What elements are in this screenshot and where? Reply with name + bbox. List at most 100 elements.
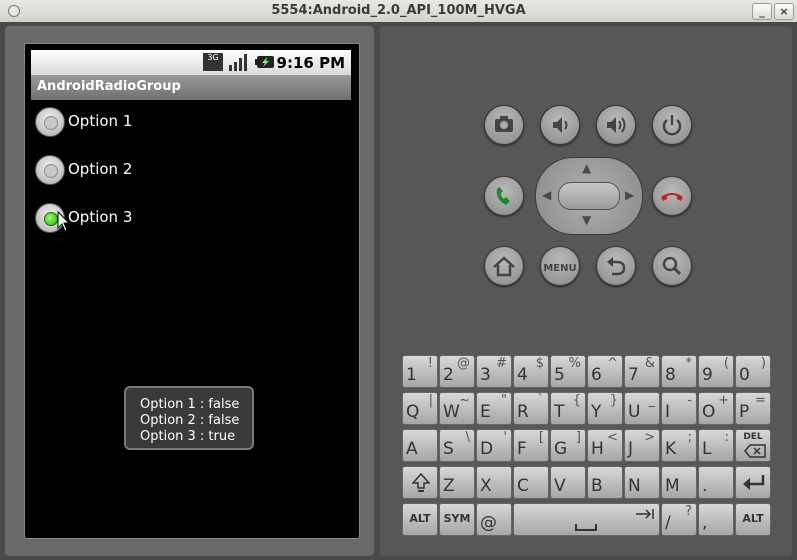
back-button[interactable] [596, 246, 636, 286]
search-icon [662, 256, 682, 276]
backspace-icon [744, 444, 766, 458]
key-r[interactable]: R ` [513, 392, 549, 425]
key-k[interactable]: K; [661, 429, 697, 462]
end-call-button[interactable] [652, 176, 692, 216]
key-l[interactable]: L: [698, 429, 734, 462]
power-button[interactable] [652, 105, 692, 145]
key-shift[interactable] [402, 466, 438, 499]
key-w[interactable]: W ~ [439, 392, 475, 425]
radio-label: Option 3 [68, 208, 133, 226]
device-screen[interactable]: 3G 9:16 PM AndroidRadioGroup Option 1 Op… [31, 50, 351, 530]
key-x[interactable]: X [476, 466, 512, 499]
camera-button[interactable] [484, 105, 524, 145]
key-z[interactable]: Z [439, 466, 475, 499]
phone-hangup-icon [661, 193, 683, 201]
key-u[interactable]: U _ [624, 392, 660, 425]
key-m[interactable]: M [661, 466, 697, 499]
power-icon [662, 115, 682, 136]
key-0[interactable]: 0) [735, 355, 771, 388]
volume-up-button[interactable] [596, 105, 636, 145]
dpad-right-icon[interactable]: ▶ [625, 188, 634, 202]
hardware-keyboard: 1! 2 @ 3 # 4 $ 5% 6 ^ 7 & 8 * 9( 0) Q | W ~ E " R… [402, 355, 774, 536]
key-y[interactable]: Y} [587, 392, 623, 425]
volume-down-icon [553, 117, 568, 133]
key-7[interactable]: 7 & [624, 355, 660, 388]
key-at[interactable]: @ [476, 503, 512, 536]
camera-icon [495, 116, 513, 132]
key-n[interactable]: N [624, 466, 660, 499]
key-d[interactable]: D ' [476, 429, 512, 462]
space-icon [575, 524, 597, 531]
key-a[interactable]: A [402, 429, 438, 462]
toast-line-3: Option 3 : true [140, 429, 236, 444]
home-icon [493, 256, 515, 277]
key-f[interactable]: F[ [513, 429, 549, 462]
dpad-up-icon[interactable]: ▲ [582, 161, 591, 175]
key-2[interactable]: 2 @ [439, 355, 475, 388]
key-comma[interactable]: , [698, 503, 734, 536]
key-4[interactable]: 4 $ [513, 355, 549, 388]
menu-button[interactable]: MENU [540, 246, 580, 286]
key-space[interactable] [513, 503, 660, 536]
radio-option-2[interactable]: Option 2 [35, 153, 235, 187]
mouse-pointer-icon [57, 211, 71, 232]
key-v[interactable]: V [550, 466, 586, 499]
key-alt-right[interactable]: ALT [735, 503, 771, 536]
network-3g-icon: 3G [203, 53, 223, 71]
status-bar: 3G 9:16 PM [31, 50, 351, 75]
tab-icon [636, 509, 654, 519]
dpad[interactable]: ▲ ▼ ◀ ▶ [535, 157, 643, 235]
key-slash[interactable]: /? [661, 503, 697, 536]
key-sym[interactable]: SYM [439, 503, 475, 536]
call-button[interactable] [484, 176, 524, 216]
key-g[interactable]: G] [550, 429, 586, 462]
key-enter[interactable] [735, 466, 771, 499]
window-titlebar: 5554:Android_2.0_API_100M_HVGA _ × [0, 0, 797, 23]
key-q[interactable]: Q | [402, 392, 438, 425]
key-p[interactable]: P = [735, 392, 771, 425]
key-1[interactable]: 1! [402, 355, 438, 388]
key-s[interactable]: S \ [439, 429, 475, 462]
shift-icon [412, 473, 430, 492]
dpad-center-button[interactable] [558, 182, 620, 210]
key-period[interactable]: . [698, 466, 734, 499]
radio-option-1[interactable]: Option 1 [35, 105, 235, 139]
key-del[interactable]: DEL [735, 429, 771, 462]
toast-line-1: Option 1 : false [140, 397, 240, 412]
key-j[interactable]: J > [624, 429, 660, 462]
key-c[interactable]: C [513, 466, 549, 499]
key-i[interactable]: I- [661, 392, 697, 425]
key-b[interactable]: B [587, 466, 623, 499]
radio-label: Option 1 [68, 112, 133, 130]
app-title: AndroidRadioGroup [37, 79, 181, 94]
home-button[interactable] [484, 246, 524, 286]
dpad-left-icon[interactable]: ◀ [542, 188, 551, 202]
key-9[interactable]: 9( [698, 355, 734, 388]
key-5[interactable]: 5% [550, 355, 586, 388]
dpad-down-icon[interactable]: ▼ [582, 213, 591, 227]
menu-label: MENU [543, 263, 577, 274]
key-8[interactable]: 8 * [661, 355, 697, 388]
toast-line-2: Option 2 : false [140, 413, 240, 428]
search-button[interactable] [652, 246, 692, 286]
key-t[interactable]: T{ [550, 392, 586, 425]
radio-button-icon[interactable] [35, 107, 65, 137]
key-6[interactable]: 6 ^ [587, 355, 623, 388]
app-title-bar: AndroidRadioGroup [31, 75, 351, 100]
key-e[interactable]: E " [476, 392, 512, 425]
window-title: 5554:Android_2.0_API_100M_HVGA [271, 3, 526, 18]
battery-charging-icon [255, 54, 277, 70]
key-h[interactable]: H < [587, 429, 623, 462]
radio-option-3[interactable]: Option 3 [35, 201, 235, 235]
radio-button-icon[interactable] [35, 155, 65, 185]
volume-down-button[interactable] [540, 105, 580, 145]
minimize-button[interactable]: _ [752, 3, 772, 20]
radio-label: Option 2 [68, 160, 133, 178]
key-alt-left[interactable]: ALT [402, 503, 438, 536]
key-o[interactable]: O + [698, 392, 734, 425]
close-button[interactable]: × [774, 3, 794, 20]
volume-up-icon [607, 117, 626, 133]
back-icon [607, 257, 626, 276]
toast-message: Option 1 : false Option 2 : false Option… [124, 386, 254, 450]
key-3[interactable]: 3 # [476, 355, 512, 388]
